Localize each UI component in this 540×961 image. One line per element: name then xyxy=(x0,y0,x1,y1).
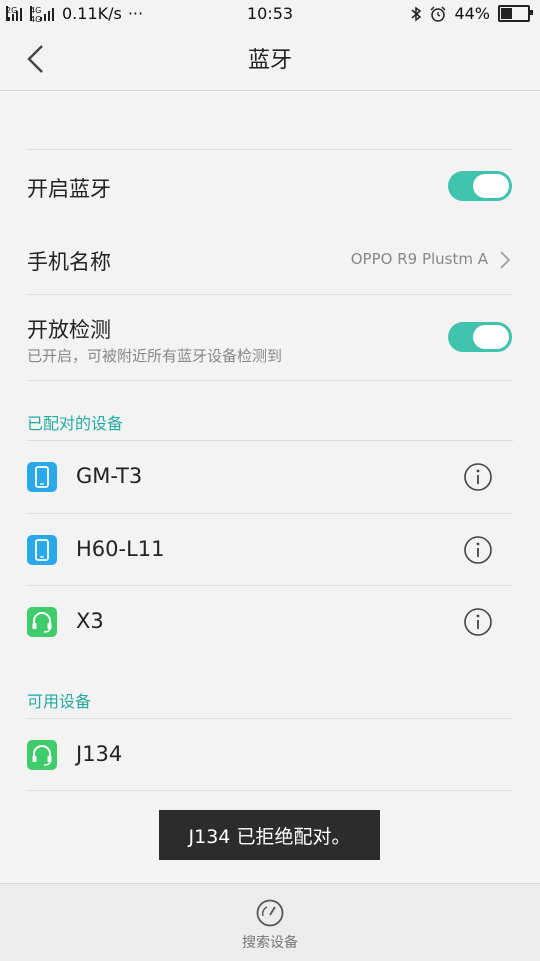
bluetooth-status-icon xyxy=(411,6,422,21)
bottom-bar: 搜索设备 xyxy=(0,883,540,961)
visibility-description: 已开启，可被附近所有蓝牙设备检测到 xyxy=(27,347,283,365)
visibility-label: 开放检测 xyxy=(27,318,111,342)
headset-icon xyxy=(27,607,57,637)
divider xyxy=(27,718,513,719)
status-bar: 2G 4G 4G 0.11K/s ··· 10:53 44% xyxy=(0,0,540,28)
paired-devices-header: 已配对的设备 xyxy=(27,414,124,433)
page-title: 蓝牙 xyxy=(247,48,292,73)
device-name: J134 xyxy=(76,742,123,766)
phone-icon xyxy=(27,462,57,492)
device-name-value: OPPO R9 Plustm A xyxy=(350,250,488,268)
device-name-label[interactable]: 手机名称 xyxy=(27,246,111,276)
available-devices-header: 可用设备 xyxy=(27,692,92,711)
divider xyxy=(27,380,513,381)
alarm-icon xyxy=(430,5,446,22)
device-name: H60-L11 xyxy=(76,537,165,561)
toggle-knob xyxy=(473,325,509,349)
info-icon[interactable] xyxy=(463,535,493,565)
search-icon xyxy=(256,899,284,927)
chevron-right-icon[interactable] xyxy=(498,250,512,270)
battery-percent: 44% xyxy=(454,4,490,23)
info-icon[interactable] xyxy=(463,462,493,492)
status-right: 44% xyxy=(410,4,533,23)
device-name: GM-T3 xyxy=(76,464,143,488)
divider xyxy=(27,585,513,586)
divider xyxy=(27,790,513,791)
phone-icon xyxy=(27,535,57,565)
divider xyxy=(27,294,513,295)
device-name: X3 xyxy=(76,609,104,633)
info-icon[interactable] xyxy=(463,607,493,637)
divider xyxy=(27,513,513,514)
battery-icon xyxy=(498,5,533,22)
bluetooth-toggle-label: 开启蓝牙 xyxy=(27,177,111,201)
app-bar: 蓝牙 xyxy=(0,28,540,91)
visibility-toggle[interactable] xyxy=(448,322,512,352)
headset-icon xyxy=(27,740,57,770)
divider xyxy=(27,149,513,150)
divider xyxy=(27,440,513,441)
toggle-knob xyxy=(473,174,509,198)
bluetooth-toggle[interactable] xyxy=(448,171,512,201)
search-devices-label: 搜索设备 xyxy=(242,935,298,951)
toast-message: J134 已拒绝配对。 xyxy=(159,810,380,860)
